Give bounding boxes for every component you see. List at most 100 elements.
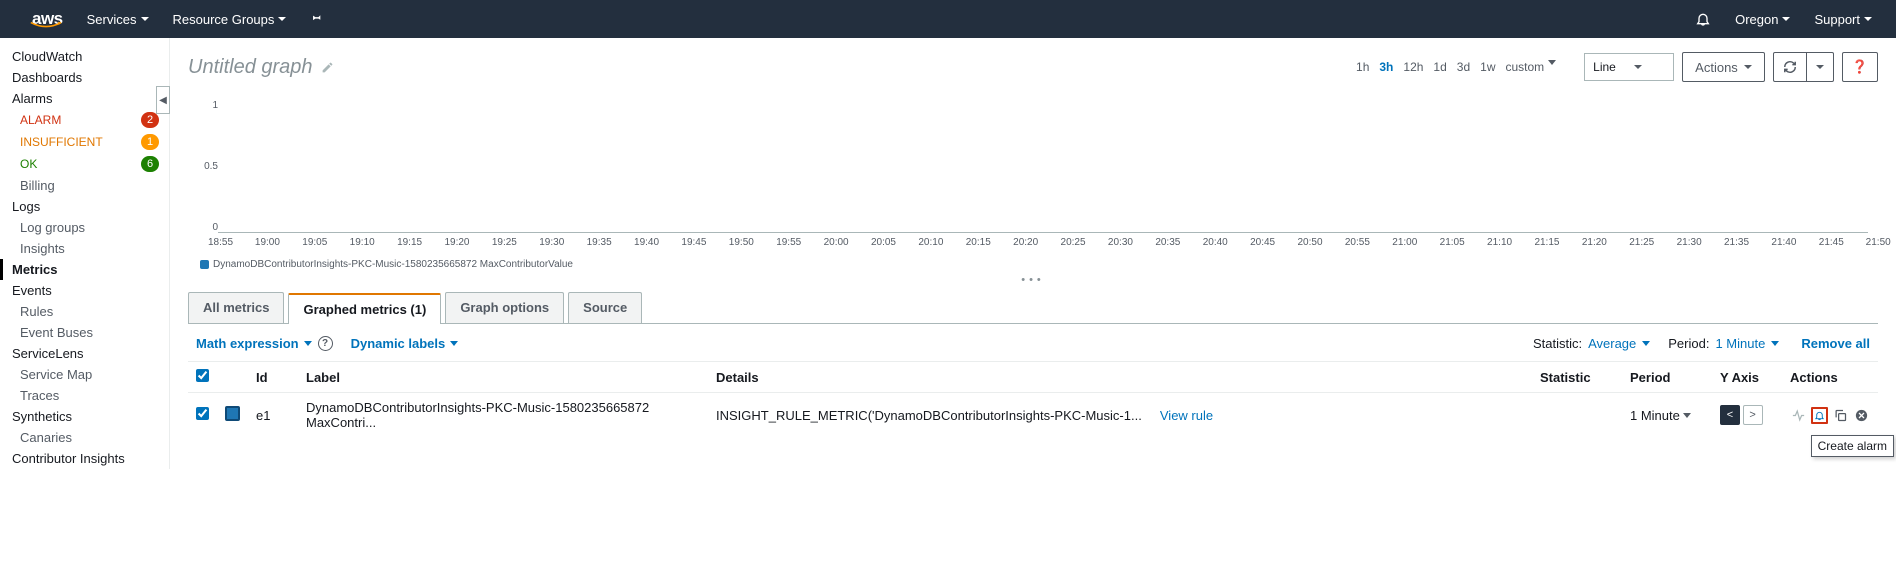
- dynamic-labels-link[interactable]: Dynamic labels: [351, 336, 459, 351]
- sidebar-item-servicelens[interactable]: ServiceLens: [0, 343, 169, 364]
- sidebar-item-logs[interactable]: Logs: [0, 196, 169, 217]
- y-tick: 0: [200, 222, 218, 233]
- sidebar-item-events[interactable]: Events: [0, 280, 169, 301]
- sidebar-item-event-buses[interactable]: Event Buses: [0, 322, 169, 343]
- x-tick: 19:40: [634, 237, 635, 255]
- chevron-down-icon: [278, 17, 286, 21]
- help-icon[interactable]: ?: [318, 336, 333, 351]
- sidebar-item-log-groups[interactable]: Log groups: [0, 217, 169, 238]
- sidebar-item-contributor-insights[interactable]: Contributor Insights: [0, 448, 169, 469]
- time-tab-1h[interactable]: 1h: [1356, 60, 1369, 74]
- yaxis-left-button[interactable]: <: [1720, 405, 1740, 425]
- tab-graphed-metrics[interactable]: Graphed metrics (1): [288, 293, 441, 324]
- chart-type-select[interactable]: Line: [1584, 53, 1674, 81]
- time-tab-12h[interactable]: 12h: [1403, 60, 1423, 74]
- sidebar-item-traces[interactable]: Traces: [0, 385, 169, 406]
- sidebar-item-insufficient[interactable]: INSUFFICIENT1: [0, 131, 169, 153]
- create-alarm-icon[interactable]: [1811, 407, 1828, 424]
- services-menu[interactable]: Services: [75, 12, 161, 27]
- refresh-button[interactable]: [1773, 52, 1807, 82]
- tab-source[interactable]: Source: [568, 292, 642, 323]
- y-axis: 10.50: [200, 100, 218, 233]
- time-tab-custom[interactable]: custom: [1505, 60, 1544, 74]
- sidebar-item-metrics[interactable]: Metrics: [0, 259, 169, 280]
- duplicate-icon[interactable]: [1790, 407, 1807, 424]
- pencil-icon: [321, 61, 334, 74]
- series-color-swatch[interactable]: [225, 406, 240, 421]
- x-tick: 20:10: [918, 237, 919, 255]
- sidebar-item-alarms[interactable]: Alarms: [0, 88, 169, 109]
- sidebar-item-insights[interactable]: Insights: [0, 238, 169, 259]
- remove-icon[interactable]: [1853, 407, 1870, 424]
- cell-period[interactable]: 1 Minute: [1622, 393, 1712, 438]
- statistic-value: Average: [1588, 336, 1636, 351]
- x-tick: 19:55: [776, 237, 777, 255]
- chevron-down-icon: [450, 341, 458, 346]
- x-tick: 20:30: [1108, 237, 1109, 255]
- period-selector[interactable]: Period: 1 Minute: [1668, 336, 1779, 351]
- remove-all-link[interactable]: Remove all: [1801, 336, 1870, 351]
- header-details: Details: [708, 362, 1532, 393]
- plot-area[interactable]: [218, 100, 1868, 233]
- ok-label: OK: [20, 157, 37, 171]
- sidebar-item-ok[interactable]: OK 6: [0, 153, 169, 175]
- time-tab-3d[interactable]: 3d: [1457, 60, 1470, 74]
- x-tick: 21:10: [1487, 237, 1488, 255]
- yaxis-right-button[interactable]: >: [1743, 405, 1763, 425]
- header-label: Label: [298, 362, 708, 393]
- time-tab-1w[interactable]: 1w: [1480, 60, 1495, 74]
- period-text: 1 Minute: [1630, 408, 1680, 423]
- region-selector[interactable]: Oregon: [1723, 12, 1802, 27]
- x-tick: 20:25: [1061, 237, 1062, 255]
- statistic-label: Statistic:: [1533, 336, 1582, 351]
- chart-legend: DynamoDBContributorInsights-PKC-Music-15…: [200, 259, 1878, 270]
- refresh-button-group: [1773, 52, 1834, 82]
- x-tick: 21:45: [1819, 237, 1820, 255]
- x-axis: 18:5519:0019:0519:1019:1519:2019:2519:30…: [208, 237, 1868, 255]
- select-all-checkbox[interactable]: [196, 369, 209, 382]
- sidebar-item-cloudwatch[interactable]: CloudWatch: [0, 46, 169, 67]
- y-tick: 0.5: [200, 161, 218, 172]
- header-actions: Actions: [1782, 362, 1878, 393]
- x-tick: 21:20: [1582, 237, 1583, 255]
- main-content: Untitled graph 1h3h12h1d3d1wcustom Line …: [170, 38, 1896, 469]
- sidebar-collapse[interactable]: ◀: [156, 86, 170, 114]
- sidebar-item-billing[interactable]: Billing: [0, 175, 169, 196]
- row-checkbox[interactable]: [196, 407, 209, 420]
- x-tick: 20:20: [1013, 237, 1014, 255]
- tab-graph-options[interactable]: Graph options: [445, 292, 564, 323]
- header-yaxis: Y Axis: [1712, 362, 1782, 393]
- copy-icon[interactable]: [1832, 407, 1849, 424]
- statistic-selector[interactable]: Statistic: Average: [1533, 336, 1650, 351]
- view-rule-link[interactable]: View rule: [1160, 408, 1213, 423]
- legend-label: DynamoDBContributorInsights-PKC-Music-15…: [213, 259, 573, 270]
- sidebar-item-synthetics[interactable]: Synthetics: [0, 406, 169, 427]
- time-tab-1d[interactable]: 1d: [1433, 60, 1446, 74]
- actions-button[interactable]: Actions: [1682, 52, 1765, 82]
- sidebar: ◀ CloudWatch Dashboards Alarms ALARM 2 IN…: [0, 38, 170, 469]
- aws-smile-icon: [30, 21, 62, 29]
- refresh-dropdown[interactable]: [1807, 52, 1834, 82]
- help-button[interactable]: ❓: [1842, 52, 1878, 82]
- help-icon: ❓: [1852, 59, 1868, 75]
- pin-icon[interactable]: [298, 11, 335, 27]
- sidebar-item-service-map[interactable]: Service Map: [0, 364, 169, 385]
- tab-all-metrics[interactable]: All metrics: [188, 292, 284, 323]
- time-tab-3h[interactable]: 3h: [1379, 60, 1393, 74]
- alarm-badge: 2: [141, 112, 159, 128]
- support-menu[interactable]: Support: [1802, 12, 1884, 27]
- ok-badge: 6: [141, 156, 159, 172]
- x-tick: 21:40: [1771, 237, 1772, 255]
- sidebar-item-dashboards[interactable]: Dashboards: [0, 67, 169, 88]
- resize-handle[interactable]: •••: [188, 270, 1878, 290]
- sidebar-item-alarm[interactable]: ALARM 2: [0, 109, 169, 131]
- notifications-icon[interactable]: [1683, 11, 1723, 27]
- x-tick: 20:15: [966, 237, 967, 255]
- aws-logo[interactable]: aws: [12, 9, 75, 29]
- sidebar-item-canaries[interactable]: Canaries: [0, 427, 169, 448]
- alarm-label: ALARM: [20, 113, 61, 127]
- resource-groups-menu[interactable]: Resource Groups: [161, 12, 299, 27]
- math-expression-link[interactable]: Math expression: [196, 336, 312, 351]
- sidebar-item-rules[interactable]: Rules: [0, 301, 169, 322]
- graph-title[interactable]: Untitled graph: [188, 56, 334, 79]
